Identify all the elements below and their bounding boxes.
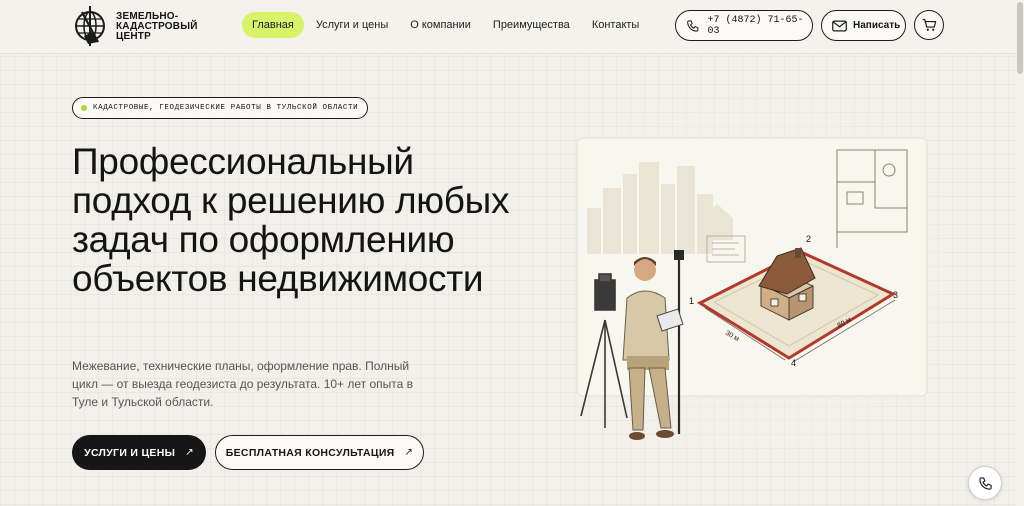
main-nav: Главная Услуги и цены О компании Преимущ… bbox=[242, 12, 651, 38]
nav-item-home[interactable]: Главная bbox=[242, 12, 304, 38]
hero-badge: КАДАСТРОВЫЕ, ГЕОДЕЗИЧЕСКИЕ РАБОТЫ В ТУЛЬ… bbox=[72, 97, 369, 119]
cart-icon bbox=[922, 18, 936, 31]
mail-icon bbox=[832, 20, 847, 31]
company-logo[interactable]: ЗЕМЕЛЬНО- КАДАСТРОВЫЙ ЦЕНТР bbox=[72, 6, 197, 46]
services-button[interactable]: УСЛУГИ И ЦЕНЫ ↗ bbox=[72, 435, 206, 470]
arrow-up-right-icon: ↗ bbox=[185, 447, 194, 458]
badge-dot-icon bbox=[81, 105, 87, 111]
consultation-button[interactable]: БЕСПЛАТНАЯ КОНСУЛЬТАЦИЯ ↗ bbox=[215, 435, 424, 470]
phone-icon bbox=[687, 19, 699, 32]
nav-item-about[interactable]: О компании bbox=[400, 12, 481, 38]
cart-button[interactable] bbox=[914, 10, 944, 40]
hero-illustration: 1 2 3 4 30 м 80 м bbox=[575, 98, 947, 450]
hero-description: Межевание, технические планы, оформление… bbox=[72, 359, 414, 409]
plot-point-3: 3 bbox=[893, 290, 898, 300]
nav-item-advantages[interactable]: Преимущества bbox=[483, 12, 580, 38]
write-button[interactable]: Написать bbox=[821, 10, 906, 41]
nav-item-contacts[interactable]: Контакты bbox=[582, 12, 650, 38]
arrow-up-right-icon: ↗ bbox=[404, 447, 414, 458]
scrollbar-thumb[interactable] bbox=[1017, 2, 1023, 74]
logo-text: ЗЕМЕЛЬНО- КАДАСТРОВЫЙ ЦЕНТР bbox=[116, 11, 198, 42]
plot-point-2: 2 bbox=[806, 234, 811, 244]
page-scrollbar[interactable] bbox=[1016, 0, 1024, 506]
nav-item-services[interactable]: Услуги и цены bbox=[306, 12, 398, 38]
hero-title: Профессиональный подход к решению любых … bbox=[72, 141, 510, 299]
write-button-label: Написать bbox=[853, 20, 901, 31]
services-button-label: УСЛУГИ И ЦЕНЫ bbox=[84, 446, 176, 459]
site-header: ЗЕМЕЛЬНО- КАДАСТРОВЫЙ ЦЕНТР Главная Услу… bbox=[0, 0, 1024, 54]
consultation-button-label: БЕСПЛАТНАЯ КОНСУЛЬТАЦИЯ bbox=[225, 446, 395, 459]
plot-point-1: 1 bbox=[689, 296, 694, 306]
floating-call-button[interactable] bbox=[968, 466, 1002, 500]
globe-logo-icon bbox=[75, 6, 105, 46]
hero-badge-text: КАДАСТРОВЫЕ, ГЕОДЕЗИЧЕСКИЕ РАБОТЫ В ТУЛЬ… bbox=[93, 104, 359, 112]
plot-point-4: 4 bbox=[791, 358, 796, 368]
phone-button[interactable]: +7 (4872) 71-65-03 bbox=[675, 10, 813, 41]
phone-icon bbox=[978, 476, 992, 490]
phone-number: +7 (4872) 71-65-03 bbox=[707, 14, 804, 37]
